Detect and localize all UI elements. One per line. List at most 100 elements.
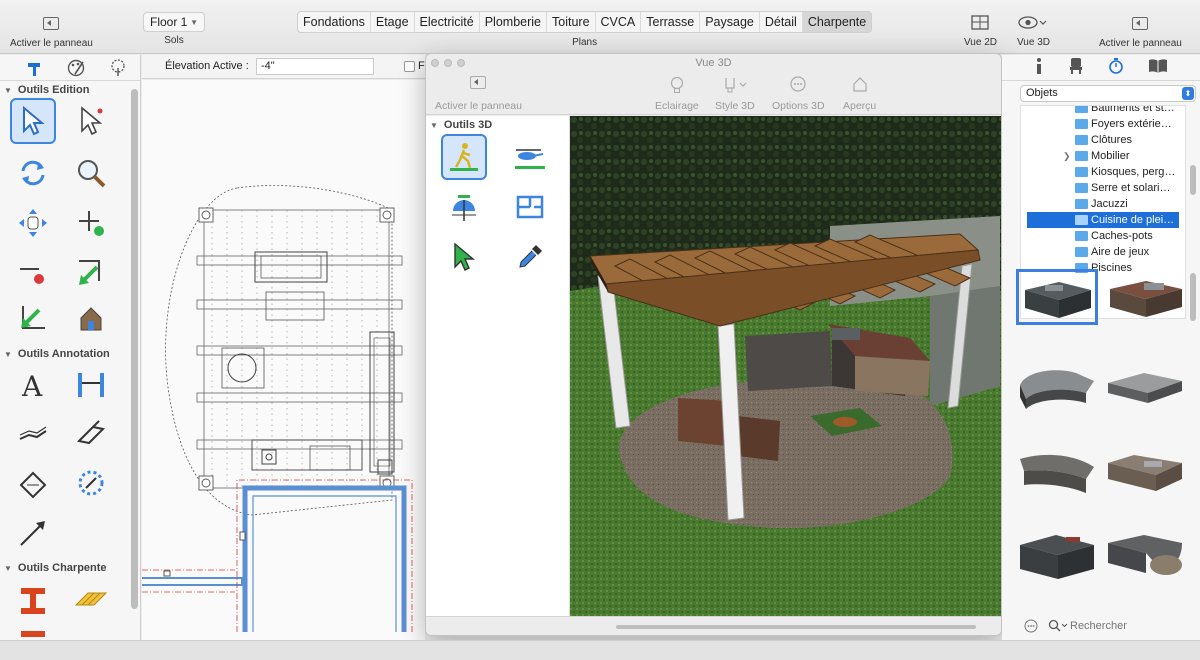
3d-tools-panel: ▼ Outils 3D [426, 116, 570, 616]
plan-canvas[interactable] [142, 80, 425, 640]
disclosure-chevron-icon[interactable]: ❯ [1063, 148, 1071, 164]
point-cloud-tool[interactable] [68, 460, 114, 506]
view-2d-button[interactable]: Vue 2D [964, 13, 997, 48]
library-category-select[interactable]: Objets ⬍ [1020, 85, 1196, 102]
plan-tab-2[interactable]: Electricité [415, 12, 480, 32]
rotate-tool[interactable] [10, 150, 56, 196]
house-tool[interactable] [68, 295, 114, 341]
text-tool[interactable]: A [10, 362, 56, 408]
break-line-tool[interactable] [10, 250, 56, 296]
section-cut-tool[interactable] [10, 460, 56, 506]
3d-options-button[interactable]: Options 3D [772, 76, 825, 112]
thumbnail-outdoor-kitchen-7[interactable] [1016, 529, 1098, 585]
select-edge-tool[interactable] [68, 98, 114, 144]
folder-icon [1075, 199, 1088, 209]
tree-item[interactable]: Foyers extérie… [1021, 116, 1185, 132]
zoom-tool[interactable] [68, 150, 114, 196]
marker-tool[interactable] [68, 410, 114, 456]
thumbnail-outdoor-kitchen-5[interactable] [1016, 445, 1098, 501]
tree-item[interactable]: Kiosques, perg… [1021, 164, 1185, 180]
thumbnail-outdoor-kitchen-6[interactable] [1104, 445, 1186, 501]
walkthrough-tool[interactable] [441, 134, 487, 180]
plan-tab-4[interactable]: Toiture [547, 12, 596, 32]
3d-toggle-panel-button[interactable]: Activer le panneau [435, 76, 522, 112]
3d-horizontal-scrollbar[interactable] [616, 625, 976, 629]
tree-item[interactable]: ❯ Mobilier [1021, 148, 1185, 164]
plan-tab-7[interactable]: Paysage [700, 12, 760, 32]
elevation-input[interactable]: -4" [256, 58, 374, 75]
thumbs-scrollbar[interactable] [1190, 273, 1196, 321]
reshape-tool[interactable] [10, 295, 56, 341]
pan-tool[interactable] [10, 200, 56, 246]
plan-tab-8[interactable]: Détail [760, 12, 803, 32]
add-point-tool[interactable] [68, 200, 114, 246]
orbit-globe-icon [452, 195, 476, 221]
toggle-right-panel-button[interactable]: Activer le panneau [1099, 14, 1182, 49]
select-3d-tool[interactable] [441, 234, 487, 280]
plan-tab-6[interactable]: Terrasse [641, 12, 701, 32]
tree-item[interactable]: Serre et solari… [1021, 180, 1185, 196]
3d-view-statusbar [426, 616, 1001, 635]
plan-tab-1[interactable]: Etage [371, 12, 415, 32]
plan-tab-5[interactable]: CVCA [596, 12, 642, 32]
arrow-line-icon [20, 521, 45, 546]
library-search-input[interactable] [1070, 618, 1194, 634]
zoom-window-button[interactable] [457, 59, 465, 67]
tree-item[interactable]: Cuisine de plei… [1027, 212, 1179, 228]
thumbnail-outdoor-kitchen-2[interactable] [1104, 269, 1186, 325]
tree-item[interactable]: Clôtures [1021, 132, 1185, 148]
text-a-icon: A [21, 370, 43, 401]
tree-item[interactable]: Jacuzzi [1021, 196, 1185, 212]
hammer-icon[interactable] [22, 58, 46, 78]
orbit-tool[interactable] [441, 184, 487, 230]
tree-item[interactable]: Batiments et st… [1021, 106, 1185, 116]
tools-scrollbar[interactable] [131, 89, 138, 609]
tree-icon[interactable] [106, 58, 130, 78]
close-window-button[interactable] [431, 59, 439, 67]
more-options-icon[interactable] [1024, 619, 1038, 636]
thumbnail-outdoor-kitchen-4[interactable] [1104, 359, 1186, 415]
book-icon[interactable] [1148, 58, 1168, 78]
section-edition-tools[interactable]: ▼ Outils Edition [4, 84, 89, 96]
joist-tool[interactable] [68, 577, 114, 623]
thumbnail-outdoor-kitchen-1[interactable] [1016, 269, 1098, 325]
arrow-cursor-icon [23, 105, 45, 136]
aerial-view-tool[interactable] [507, 134, 553, 180]
truss-tool[interactable] [10, 625, 56, 639]
plan-tab-0[interactable]: Fondations [298, 12, 371, 32]
tools-panel: ▼ Outils Edition ▼ Outils Annotation A ▼… [0, 55, 141, 640]
stopwatch-icon[interactable] [1108, 57, 1124, 79]
select-tool[interactable] [10, 98, 56, 144]
chair-icon[interactable] [1068, 57, 1084, 79]
window-titlebar[interactable]: Vue 3D [426, 54, 1001, 72]
floor-select[interactable]: Floor 1 ▼ [143, 12, 205, 32]
3d-render-viewport[interactable] [570, 116, 1001, 616]
view-3d-button[interactable]: Vue 3D [1017, 13, 1050, 48]
eyedropper-tool[interactable] [507, 234, 553, 280]
join-tool[interactable] [68, 250, 114, 296]
fl-checkbox[interactable] [404, 61, 415, 72]
minimize-window-button[interactable] [444, 59, 452, 67]
dimension-tool[interactable] [68, 362, 114, 408]
toggle-left-panel-button[interactable]: Activer le panneau [10, 14, 93, 49]
info-icon[interactable] [1034, 57, 1044, 79]
tree-item[interactable]: Caches-pots [1021, 228, 1185, 244]
thumbnail-outdoor-kitchen-8[interactable] [1104, 529, 1186, 585]
section-framing-tools[interactable]: ▼ Outils Charpente [4, 562, 107, 574]
tree-item[interactable]: Aire de jeux [1021, 244, 1185, 260]
plan-tab-9[interactable]: Charpente [802, 12, 872, 32]
walking-person-icon [450, 143, 478, 171]
3d-style-button[interactable]: Style 3D [715, 76, 755, 112]
beam-tool[interactable] [10, 577, 56, 623]
lighting-button[interactable]: Eclairage [655, 76, 699, 112]
floor-plan-3d-tool[interactable] [507, 184, 553, 230]
preview-button[interactable]: Aperçu [843, 76, 876, 112]
section-3d-tools[interactable]: ▼ Outils 3D [430, 119, 492, 131]
plan-tab-3[interactable]: Plomberie [480, 12, 547, 32]
thumbnail-outdoor-kitchen-3[interactable] [1016, 359, 1098, 415]
arrow-tool[interactable] [10, 510, 56, 556]
section-annotation-tools[interactable]: ▼ Outils Annotation [4, 348, 110, 360]
palette-icon[interactable] [64, 58, 88, 78]
tree-scrollbar[interactable] [1190, 165, 1196, 195]
callout-tool[interactable] [10, 410, 56, 456]
